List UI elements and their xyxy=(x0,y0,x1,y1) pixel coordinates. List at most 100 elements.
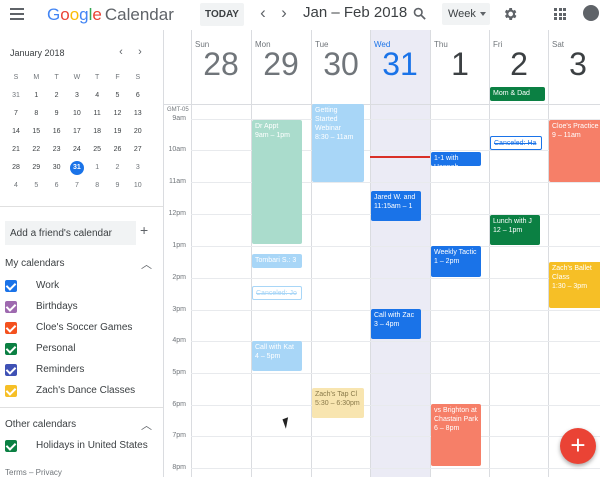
day-date[interactable]: 29 xyxy=(251,46,311,83)
add-friend-calendar-input[interactable] xyxy=(5,221,136,245)
mini-calendar-day[interactable]: 3 xyxy=(128,160,148,176)
event-block[interactable]: vs Brighton at Chastain Park 6 – 8pm xyxy=(431,404,481,466)
mini-calendar-day[interactable]: 10 xyxy=(128,178,148,194)
day-date[interactable]: 2 xyxy=(489,46,549,83)
create-event-button[interactable]: + xyxy=(560,428,596,464)
other-calendars-title[interactable]: Other calendars xyxy=(5,419,76,430)
event-block[interactable]: Zach's Tap Cl 5:30 – 6:30pm xyxy=(312,388,364,418)
all-day-event-chip[interactable]: Mom & Dad xyxy=(490,87,545,101)
mini-calendar-day[interactable]: 15 xyxy=(26,124,46,140)
mini-calendar-day[interactable]: 3 xyxy=(67,88,87,104)
mini-calendar-day[interactable]: 23 xyxy=(47,142,67,158)
calendar-checkbox[interactable] xyxy=(5,385,17,397)
today-button[interactable]: TODAY xyxy=(200,3,244,26)
add-calendar-plus-button[interactable]: + xyxy=(140,222,148,238)
mini-calendar-day[interactable]: 1 xyxy=(26,88,46,104)
mini-calendar-day[interactable]: 25 xyxy=(87,142,107,158)
mini-calendar-day[interactable]: 8 xyxy=(26,106,46,122)
day-header[interactable]: Mon 29 xyxy=(251,30,311,105)
mini-calendar-day[interactable]: 6 xyxy=(47,178,67,194)
chevron-up-icon[interactable]: ︿ xyxy=(141,417,152,433)
mini-calendar-day[interactable]: 19 xyxy=(108,124,128,140)
apps-grid-icon[interactable] xyxy=(554,8,566,20)
mini-calendar-day[interactable]: 11 xyxy=(87,106,107,122)
mini-calendar-next-button[interactable]: › xyxy=(135,46,145,58)
event-block[interactable]: Call with Kat 4 – 5pm xyxy=(252,341,302,371)
event-block[interactable]: Call with Zac 3 – 4pm xyxy=(371,309,421,339)
mini-calendar-day[interactable]: 7 xyxy=(67,178,87,194)
account-avatar-icon[interactable] xyxy=(583,5,599,21)
calendar-checkbox[interactable] xyxy=(5,322,17,334)
calendar-checkbox[interactable] xyxy=(5,343,17,355)
calendar-list-item[interactable]: Reminders xyxy=(5,362,155,380)
calendar-list-item[interactable]: Birthdays xyxy=(5,299,155,317)
mini-calendar-day[interactable]: 1 xyxy=(87,160,107,176)
mini-calendar-day[interactable]: 9 xyxy=(108,178,128,194)
calendar-list-item[interactable]: Cloe's Soccer Games xyxy=(5,320,155,338)
day-date[interactable]: 3 xyxy=(548,46,600,83)
day-header[interactable]: Thu 1 xyxy=(430,30,490,105)
mini-calendar-day[interactable]: 31 xyxy=(69,161,84,175)
mini-calendar-day[interactable]: 9 xyxy=(47,106,67,122)
event-block[interactable]: Dr Appt 9am – 1pm xyxy=(252,120,302,244)
day-date[interactable]: 31 xyxy=(370,46,430,83)
event-block[interactable]: Getting Started Webinar 8:30 – 11am xyxy=(312,104,364,182)
previous-week-button[interactable]: ‹ xyxy=(255,3,271,25)
week-grid[interactable]: Sun 28 Mon 29 Tue 30 Wed 31 Thu 1 Fri 2 Sat 3 GMT-05 … xyxy=(163,30,600,477)
event-block[interactable]: Jared W. and 11:15am – 1 xyxy=(371,191,421,221)
mini-calendar-day[interactable]: 30 xyxy=(47,160,67,176)
mini-calendar-day[interactable]: 4 xyxy=(87,88,107,104)
mini-calendar-day[interactable]: 7 xyxy=(6,106,26,122)
mini-calendar-day[interactable]: 26 xyxy=(108,142,128,158)
calendar-checkbox[interactable] xyxy=(5,280,17,292)
day-date[interactable]: 1 xyxy=(430,46,490,83)
main-menu-icon[interactable] xyxy=(10,8,24,20)
calendar-checkbox[interactable] xyxy=(5,364,17,376)
day-header[interactable]: Wed 31 xyxy=(370,30,430,105)
mini-calendar-day[interactable]: 4 xyxy=(6,178,26,194)
event-block[interactable]: Tombari S.: 3 xyxy=(252,254,302,268)
mini-calendar-day[interactable]: 5 xyxy=(26,178,46,194)
calendar-list-item[interactable]: Work xyxy=(5,278,155,296)
mini-calendar-day[interactable]: 8 xyxy=(87,178,107,194)
mini-calendar-day[interactable]: 6 xyxy=(128,88,148,104)
calendar-list-item[interactable]: Zach's Dance Classes xyxy=(5,383,155,401)
mini-calendar-day[interactable]: 20 xyxy=(128,124,148,140)
event-block[interactable]: Lunch with J 12 – 1pm xyxy=(490,215,540,245)
app-logo[interactable]: Google Calendar xyxy=(47,5,174,25)
mini-calendar-day[interactable]: 2 xyxy=(108,160,128,176)
terms-privacy-link[interactable]: Terms – Privacy xyxy=(5,468,62,477)
event-block[interactable]: Zach's Ballet Class 1:30 – 3pm xyxy=(549,262,600,308)
event-block[interactable]: Canceled: Ha xyxy=(490,136,542,150)
mini-calendar-day[interactable]: 5 xyxy=(108,88,128,104)
calendar-checkbox[interactable] xyxy=(5,440,17,452)
event-block[interactable]: 1-1 with Hannah xyxy=(431,152,481,166)
mini-calendar-day[interactable]: 2 xyxy=(47,88,67,104)
mini-calendar-prev-button[interactable]: ‹ xyxy=(116,46,126,58)
calendar-list-item[interactable]: Personal xyxy=(5,341,155,359)
mini-calendar-day[interactable]: 24 xyxy=(67,142,87,158)
view-selector[interactable]: Week xyxy=(442,3,490,25)
event-block[interactable]: Cloe's Practice 9 – 11am xyxy=(549,120,600,182)
day-date[interactable]: 28 xyxy=(191,46,251,83)
gear-icon[interactable] xyxy=(502,6,518,22)
day-header[interactable]: Tue 30 xyxy=(311,30,371,105)
day-header[interactable]: Sat 3 xyxy=(548,30,600,105)
next-week-button[interactable]: › xyxy=(276,3,292,25)
mini-calendar-day[interactable]: 18 xyxy=(87,124,107,140)
my-calendars-title[interactable]: My calendars xyxy=(5,258,64,269)
mini-calendar-day[interactable]: 16 xyxy=(47,124,67,140)
mini-calendar-day[interactable]: 28 xyxy=(6,160,26,176)
mini-calendar-day[interactable]: 13 xyxy=(128,106,148,122)
mini-calendar-day[interactable]: 14 xyxy=(6,124,26,140)
calendar-list-item[interactable]: Holidays in United States xyxy=(5,438,155,456)
event-block[interactable]: Canceled: Jo xyxy=(252,286,302,300)
mini-calendar-day[interactable]: 10 xyxy=(67,106,87,122)
mini-calendar-day[interactable]: 17 xyxy=(67,124,87,140)
calendar-checkbox[interactable] xyxy=(5,301,17,313)
day-date[interactable]: 30 xyxy=(311,46,371,83)
mini-calendar-day[interactable]: 21 xyxy=(6,142,26,158)
search-icon[interactable] xyxy=(412,6,427,21)
mini-calendar-day[interactable]: 29 xyxy=(26,160,46,176)
chevron-up-icon[interactable]: ︿ xyxy=(141,256,152,272)
